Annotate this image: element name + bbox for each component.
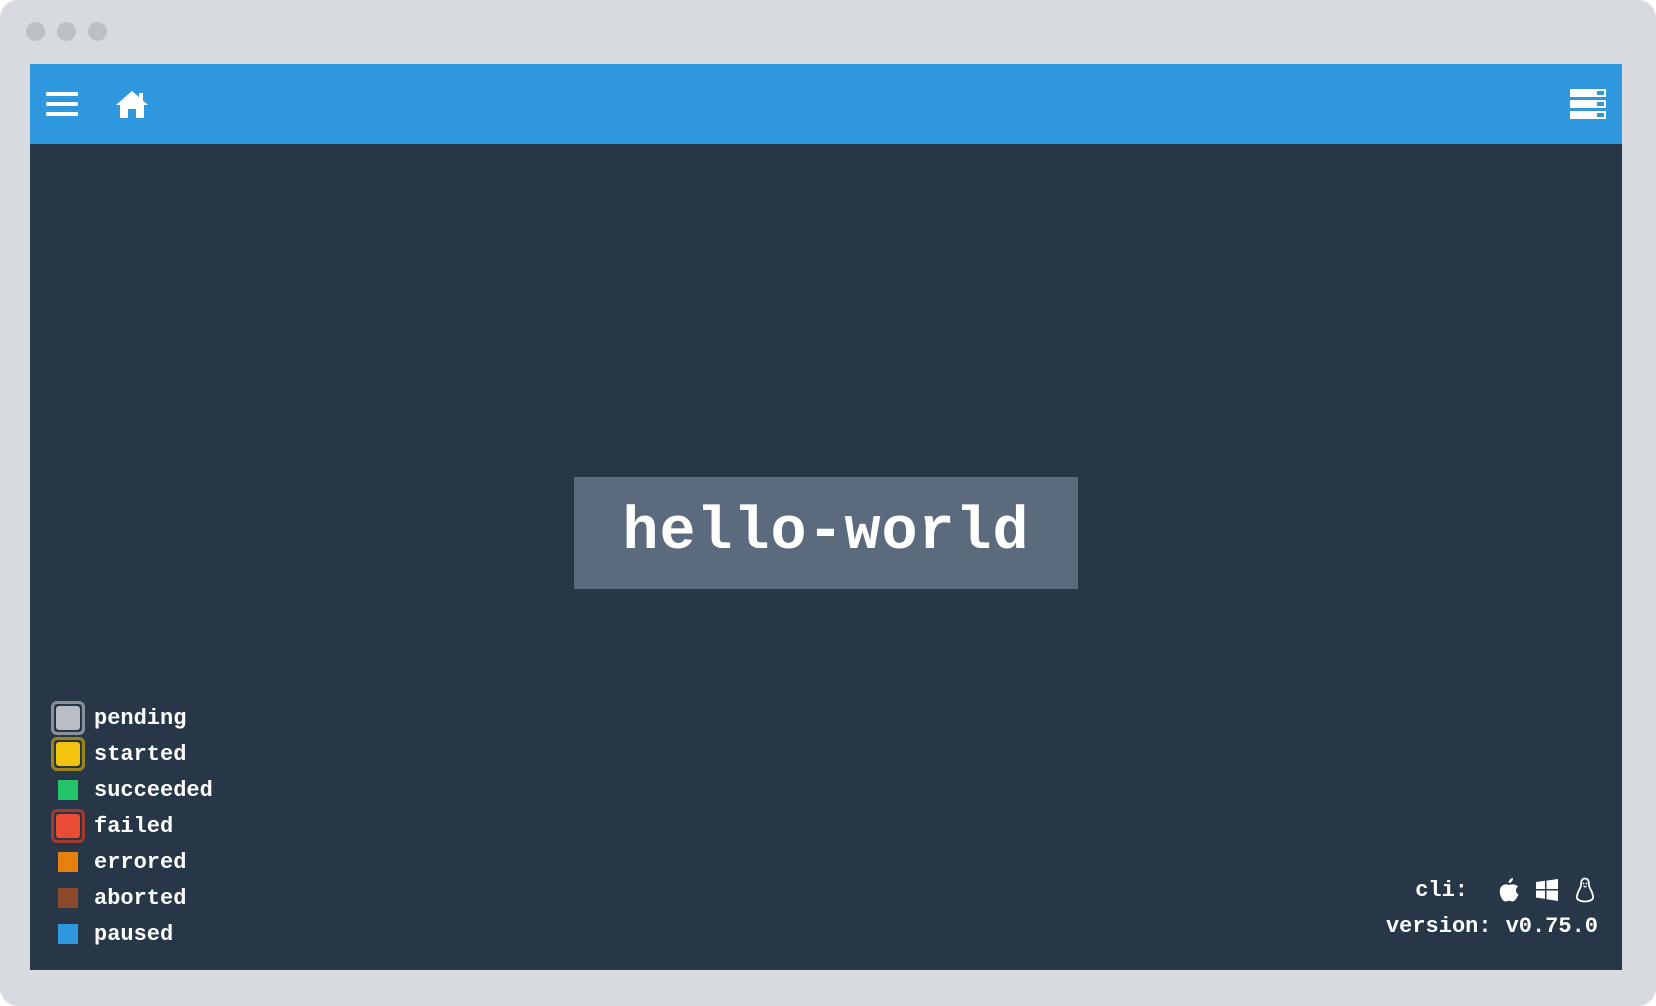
job-name: hello-world [622, 499, 1030, 567]
footer-info: cli: version: v0.75.0 [1386, 872, 1598, 944]
legend-label: pending [94, 705, 187, 731]
app-window: hello-world pending started succeeded fa… [30, 64, 1622, 970]
version-label: version: [1385, 913, 1492, 939]
app-frame: hello-world pending started succeeded fa… [0, 0, 1656, 1006]
version-value: v0.75.0 [1505, 913, 1598, 939]
legend-item-started: started [48, 736, 213, 772]
version-info: version: v0.75.0 [1386, 908, 1598, 944]
legend-label: paused [94, 921, 174, 947]
paused-swatch [58, 924, 78, 944]
legend-item-errored: errored [48, 844, 213, 880]
legend-item-failed: failed [48, 808, 213, 844]
windows-icon[interactable] [1534, 877, 1560, 903]
legend-item-paused: paused [48, 916, 213, 952]
home-icon[interactable] [112, 84, 152, 124]
legend-label: started [94, 741, 187, 767]
legend-label: aborted [94, 885, 187, 911]
window-controls [26, 22, 107, 41]
started-swatch [51, 737, 85, 771]
failed-swatch [51, 809, 85, 843]
maximize-dot[interactable] [88, 22, 107, 41]
cli-downloads: cli: [1386, 872, 1598, 908]
legend-item-succeeded: succeeded [48, 772, 213, 808]
hamburger-icon[interactable] [44, 86, 80, 122]
sidebar-toggle-icon[interactable] [1568, 86, 1608, 122]
legend-label: succeeded [94, 777, 213, 803]
job-node[interactable]: hello-world [574, 477, 1078, 589]
succeeded-swatch [58, 780, 78, 800]
legend-item-pending: pending [48, 700, 213, 736]
minimize-dot[interactable] [57, 22, 76, 41]
legend-item-aborted: aborted [48, 880, 213, 916]
legend-label: failed [94, 813, 174, 839]
top-bar [30, 64, 1622, 144]
status-legend: pending started succeeded failed errored… [48, 700, 213, 952]
linux-icon[interactable] [1572, 877, 1598, 903]
apple-icon[interactable] [1496, 877, 1522, 903]
errored-swatch [58, 852, 78, 872]
aborted-swatch [58, 888, 78, 908]
pending-swatch [51, 701, 85, 735]
cli-label: cli: [1415, 877, 1468, 903]
legend-label: errored [94, 849, 187, 875]
close-dot[interactable] [26, 22, 45, 41]
